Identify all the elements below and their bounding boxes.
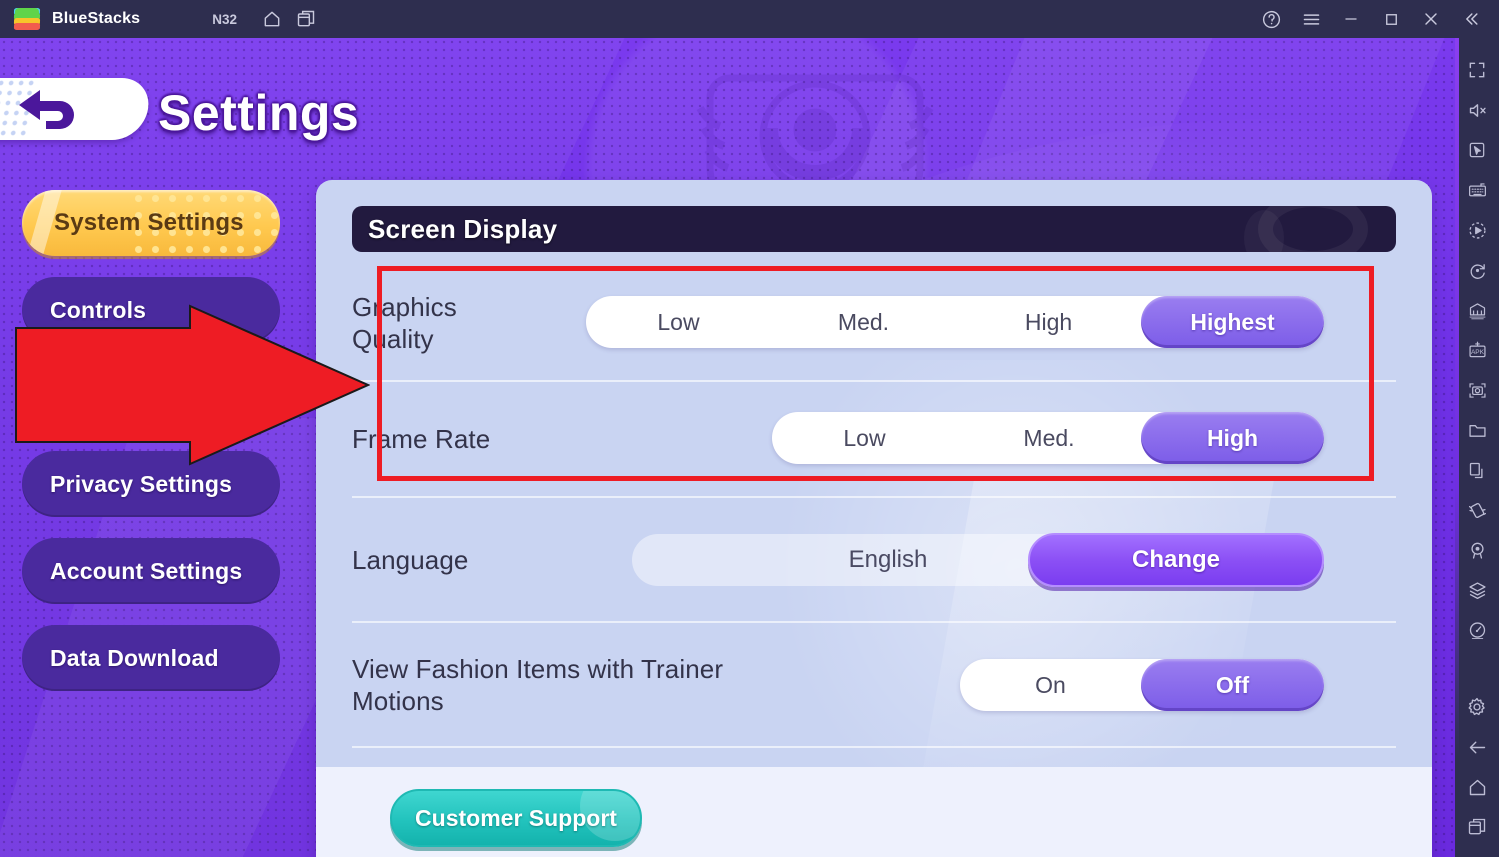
fashion-items-toggle[interactable]: On Off (960, 659, 1324, 711)
annotation-arrow-icon (15, 304, 370, 466)
row-label: Language (352, 544, 469, 575)
recent-apps-icon[interactable] (1457, 807, 1497, 847)
customer-support-label: Customer Support (415, 804, 617, 831)
copy-to-instance-icon[interactable] (1457, 450, 1497, 490)
option-off[interactable]: Off (1141, 659, 1324, 711)
option-low[interactable]: Low (772, 412, 957, 464)
back-arrow-icon[interactable] (1457, 727, 1497, 767)
layers-icon[interactable] (1457, 570, 1497, 610)
change-button-label: Change (1131, 546, 1220, 573)
multi-instance-manager-icon[interactable] (1457, 290, 1497, 330)
panel-footer: Customer Support (316, 767, 1432, 857)
graphics-quality-segmented-control[interactable]: Low Med. High Highest (586, 296, 1324, 348)
multi-instance-icon[interactable] (289, 0, 323, 38)
option-low[interactable]: Low (586, 296, 771, 348)
help-icon[interactable] (1251, 0, 1291, 38)
sidebar-item-label: Privacy Settings (50, 470, 233, 497)
option-high[interactable]: High (1141, 412, 1324, 464)
row-graphics-quality: Graphics Quality Low Med. High Highest (352, 266, 1396, 382)
row-label: Frame Rate (352, 424, 491, 454)
macro-play-icon[interactable] (1457, 210, 1497, 250)
close-icon[interactable] (1411, 0, 1451, 38)
sidebar-item-system-settings[interactable]: System Settings (22, 190, 280, 256)
svg-text:APK: APK (1470, 349, 1484, 356)
back-button[interactable] (0, 78, 153, 140)
option-med[interactable]: Med. (771, 296, 956, 348)
side-toolbar: APK (1455, 38, 1499, 857)
menu-icon[interactable] (1291, 0, 1331, 38)
settings-rows: Graphics Quality Low Med. High Highest F… (352, 266, 1396, 748)
game-viewport: Settings System Settings Controls Audio … (0, 38, 1455, 857)
back-arrow-icon (19, 90, 74, 129)
collapse-icon[interactable] (1451, 0, 1491, 38)
section-title: Screen Display (368, 213, 558, 244)
row-language: Language English Change (352, 498, 1396, 623)
settings-gear-icon[interactable] (1457, 687, 1497, 727)
section-header: Screen Display (352, 206, 1396, 252)
bluestacks-logo-icon (13, 8, 41, 30)
sidebar-item-label: Data Download (50, 644, 219, 671)
rotate-icon[interactable] (1457, 250, 1497, 290)
language-value-text: English (848, 546, 928, 573)
bluestacks-window: BlueStacks N32 Settings System Settings … (0, 0, 1499, 857)
sidebar-item-account-settings[interactable]: Account Settings (22, 538, 280, 604)
install-apk-icon[interactable]: APK (1457, 330, 1497, 370)
customer-support-button[interactable]: Customer Support (390, 789, 642, 847)
mute-icon[interactable] (1457, 90, 1497, 130)
maximize-icon[interactable] (1371, 0, 1411, 38)
shake-icon[interactable] (1457, 490, 1497, 530)
minimize-icon[interactable] (1331, 0, 1371, 38)
row-view-fashion-items: View Fashion Items with Trainer Motions … (352, 623, 1396, 748)
change-language-button[interactable]: Change (1028, 533, 1324, 587)
app-name: BlueStacks (52, 10, 141, 27)
location-icon[interactable] (1457, 530, 1497, 570)
frame-rate-segmented-control[interactable]: Low Med. High (772, 412, 1324, 464)
sidebar-item-label: Account Settings (50, 557, 243, 584)
keyboard-icon[interactable] (1457, 170, 1497, 210)
fullscreen-icon[interactable] (1457, 50, 1497, 90)
option-high[interactable]: High (956, 296, 1141, 348)
sidebar-item-label: System Settings (54, 209, 244, 236)
performance-icon[interactable] (1457, 610, 1497, 650)
option-on[interactable]: On (960, 659, 1141, 711)
row-label: View Fashion Items with Trainer Motions (352, 653, 724, 716)
sidebar-item-data-download[interactable]: Data Download (22, 625, 280, 691)
settings-panel: Screen Display Graphics Quality Low Med.… (316, 180, 1432, 857)
screenshot-icon[interactable] (1457, 370, 1497, 410)
row-label: Graphics Quality (352, 292, 457, 354)
option-highest[interactable]: Highest (1141, 296, 1324, 348)
page-title: Settings (158, 85, 360, 141)
media-folder-icon[interactable] (1457, 410, 1497, 450)
option-med[interactable]: Med. (957, 412, 1141, 464)
home-icon[interactable] (255, 0, 289, 38)
titlebar: BlueStacks N32 (0, 0, 1499, 38)
cursor-icon[interactable] (1457, 130, 1497, 170)
instance-name: N32 (212, 11, 238, 27)
home-icon[interactable] (1457, 767, 1497, 807)
row-frame-rate: Frame Rate Low Med. High (352, 382, 1396, 498)
